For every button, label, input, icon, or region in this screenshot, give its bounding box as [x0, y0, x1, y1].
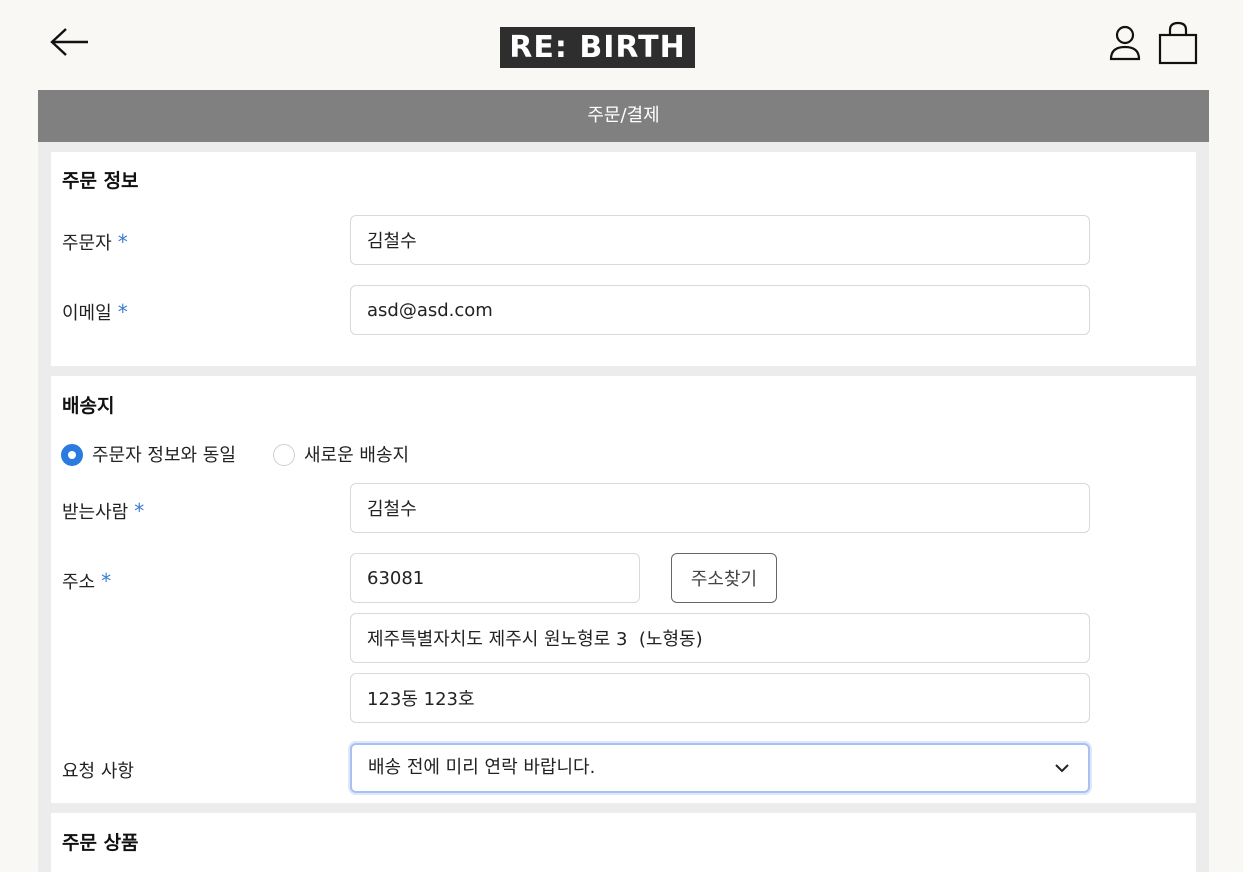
delivery-request-value: 배송 전에 미리 연락 바랍니다. — [368, 757, 596, 778]
orderer-label: 주문자 * — [62, 229, 128, 255]
radio-new-label[interactable]: 새로운 배송지 — [304, 441, 409, 467]
required-mark: * — [117, 300, 128, 324]
site-header: RE: BIRTH — [0, 0, 1243, 90]
recipient-label: 받는사람 * — [62, 498, 144, 524]
radio-new-address[interactable] — [273, 444, 295, 466]
postcode-input[interactable] — [350, 553, 640, 603]
email-label-text: 이메일 — [62, 303, 112, 324]
shopping-bag-icon[interactable] — [1157, 20, 1199, 66]
address-label-text: 주소 — [62, 572, 96, 593]
recipient-input[interactable] — [350, 483, 1090, 533]
address-line2-input[interactable] — [350, 673, 1090, 723]
required-mark: * — [134, 499, 145, 523]
email-input[interactable] — [350, 285, 1090, 335]
request-label: 요청 사항 — [62, 761, 134, 782]
radio-same-as-orderer[interactable] — [61, 444, 83, 466]
orderer-input[interactable] — [350, 215, 1090, 265]
products-panel — [51, 813, 1196, 872]
required-mark: * — [117, 230, 128, 254]
address-label: 주소 * — [62, 568, 111, 594]
address-line1-input[interactable] — [350, 613, 1090, 663]
recipient-label-text: 받는사람 — [62, 502, 129, 523]
order-info-title: 주문 정보 — [62, 170, 139, 192]
user-icon[interactable] — [1108, 24, 1142, 62]
orderer-label-text: 주문자 — [62, 233, 112, 254]
radio-same-label[interactable]: 주문자 정보와 동일 — [92, 441, 236, 467]
shipping-title: 배송지 — [62, 395, 115, 417]
email-label: 이메일 * — [62, 299, 128, 325]
page-title: 주문/결제 — [38, 90, 1209, 142]
required-mark: * — [101, 569, 112, 593]
delivery-request-select[interactable]: 배송 전에 미리 연락 바랍니다. — [350, 743, 1090, 793]
products-title: 주문 상품 — [62, 832, 139, 854]
brand-logo[interactable]: RE: BIRTH — [500, 27, 695, 68]
find-address-button[interactable]: 주소찾기 — [671, 553, 777, 603]
arrow-left-icon[interactable] — [48, 24, 92, 60]
chevron-down-icon — [1055, 764, 1069, 773]
